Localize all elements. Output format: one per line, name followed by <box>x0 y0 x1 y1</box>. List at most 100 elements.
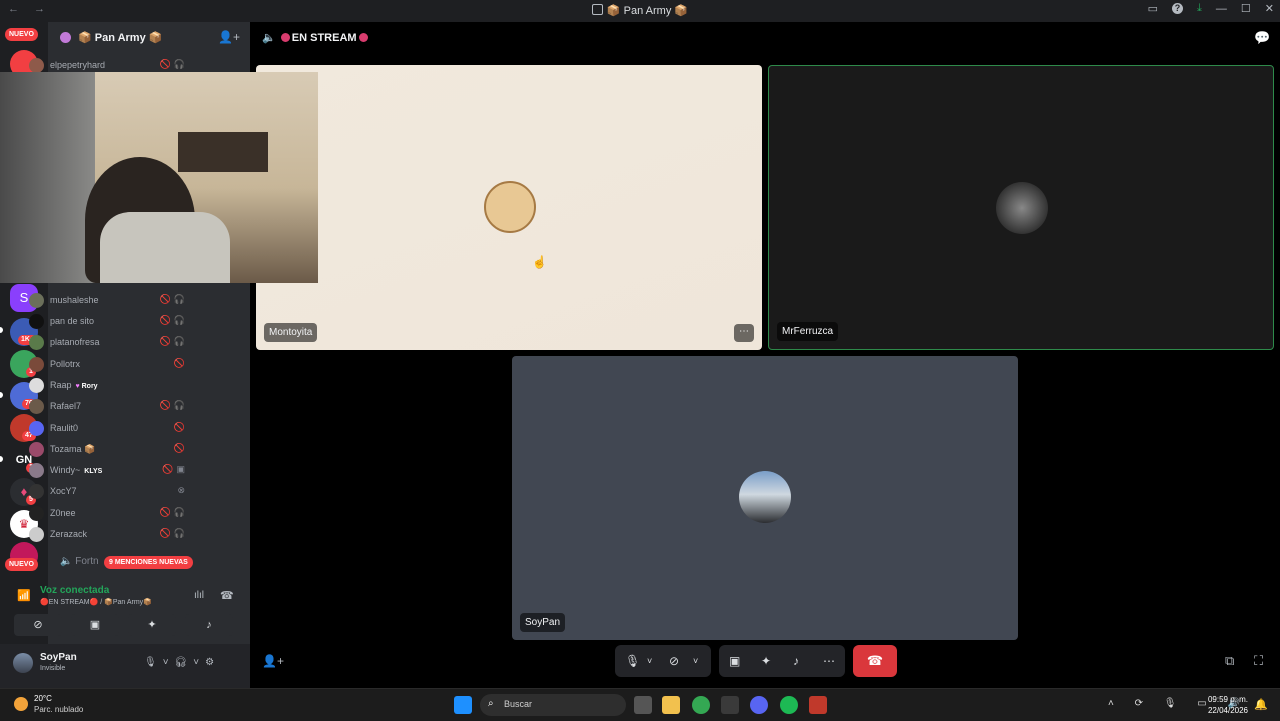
server-boost-icon <box>60 32 71 43</box>
avatar <box>739 471 791 523</box>
audio-video-group: 🎙︎ ˅ ⊘ ˅ <box>615 645 711 677</box>
member-item[interactable]: Pollotrx 🚫 <box>28 354 198 374</box>
member-name: elpepetryhard <box>50 60 106 70</box>
mic-icon[interactable]: 🎙︎ <box>625 645 640 677</box>
participant-name: MrFerruzca <box>777 322 839 341</box>
minimize-button[interactable]: — <box>1216 3 1227 15</box>
notification-icon[interactable]: 🔔 <box>1254 698 1268 711</box>
headphones-icon[interactable]: 🎧︎˅ <box>175 657 206 668</box>
clock[interactable]: 09:59 p. m. 22/04/2026 <box>1208 694 1248 716</box>
close-button[interactable]: ✕ <box>1265 2 1274 15</box>
maximize-button[interactable]: ☐ <box>1241 2 1251 15</box>
muted-deafened-icon: 🚫🎧 <box>159 507 188 517</box>
camera-off-icon[interactable]: ⊘ <box>669 645 679 677</box>
member-item[interactable]: Windy~ KLYS 🚫▣ <box>28 460 198 480</box>
download-icon[interactable]: ⤓ <box>1197 2 1202 15</box>
screen-share-icon[interactable]: ▣ <box>729 645 740 677</box>
member-item[interactable]: Rafael7 🚫🎧 <box>28 396 198 416</box>
voice-channel-partial[interactable]: 🔈 Fortn <box>60 556 99 567</box>
chevron-down-icon[interactable]: ˅ <box>693 645 698 677</box>
muted-icon: 🚫 <box>173 358 188 368</box>
avatar <box>29 378 44 393</box>
member-item[interactable]: pan de sito 🚫🎧 <box>28 311 198 331</box>
disconnect-icon[interactable]: ☎ <box>220 589 234 602</box>
speaker-icon: 🔈 <box>262 32 279 44</box>
chevron-down-icon[interactable]: ˅ <box>647 645 652 677</box>
nuevo-badge-top: NUEVO <box>5 28 38 41</box>
avatar <box>29 421 44 436</box>
red-circle-icon <box>280 33 290 42</box>
chrome-icon[interactable] <box>692 696 710 714</box>
search-box[interactable]: ⌕ Buscar <box>480 694 626 716</box>
soundboard-icon[interactable]: ♪ <box>793 645 799 677</box>
avatar <box>29 58 44 73</box>
avatar <box>29 442 44 457</box>
avatar <box>29 527 44 542</box>
activities-icon[interactable]: ✦ <box>761 645 771 677</box>
video-tile-soypan[interactable]: SoyPan <box>512 356 1018 640</box>
activities-button[interactable]: ✦ <box>128 614 176 636</box>
curtain <box>0 72 95 283</box>
help-icon[interactable]: ? <box>1172 3 1184 14</box>
member-item[interactable]: Tozama 📦 🚫 <box>28 439 198 459</box>
member-item[interactable]: Zerazack 🚫🎧 <box>28 524 198 544</box>
weather-desc: Parc. nublado <box>34 705 84 714</box>
member-name: Raulit0 <box>50 423 79 433</box>
invite-icon[interactable]: 👤+ <box>262 654 284 668</box>
person-shirt <box>100 212 230 283</box>
more-icon[interactable]: ⋯ <box>823 645 835 677</box>
muted-deafened-icon: 🚫🎧 <box>159 528 188 538</box>
speaker-icon: 🔈 <box>60 556 76 567</box>
mentions-badge[interactable]: 9 MENCIONES NUEVAS <box>104 556 193 569</box>
title-bar: ← → 📦 Pan Army 📦 ▭ ? ⤓ — ☐ ✕ <box>0 0 1280 22</box>
video-tile-montoyita[interactable]: ☝ Montoyita ⋯ <box>256 65 762 350</box>
avatar <box>29 357 44 372</box>
window-title-text: 📦 Pan Army 📦 <box>606 5 689 17</box>
avatar <box>29 314 44 329</box>
voice-location[interactable]: 🔴EN STREAM🔴 / 📦Pan Army📦 <box>40 598 152 606</box>
popout-icon[interactable]: ⧉ <box>1225 653 1234 669</box>
participant-name: Montoyita <box>264 323 318 342</box>
member-item[interactable]: platanofresa 🚫🎧 <box>28 332 198 352</box>
taskbar: 20°C Parc. nublado ⌕ Buscar ˄ ⟳ 🎙︎ ▭ 🔊 0… <box>0 688 1280 721</box>
soundboard-button[interactable]: ♪ <box>185 614 233 636</box>
inbox-icon[interactable]: ▭ <box>1148 2 1158 15</box>
discord-taskbar-icon[interactable] <box>750 696 768 714</box>
voice-status[interactable]: Voz conectada <box>40 585 109 596</box>
member-item[interactable]: Raulit0 🚫 <box>28 418 198 438</box>
unread-dot <box>0 327 3 333</box>
actions-group: ▣ ✦ ♪ ⋯ <box>719 645 845 677</box>
video-tile-mrferruzca[interactable]: MrFerruzca <box>768 65 1274 350</box>
file-explorer-icon[interactable] <box>662 696 680 714</box>
spotify-icon[interactable] <box>780 696 798 714</box>
gear-icon[interactable]: ⚙ <box>205 657 220 668</box>
avatar <box>29 484 44 499</box>
noise-suppression-icon[interactable]: ılıl <box>194 590 204 601</box>
server-header[interactable]: 📦 Pan Army 📦 👤+ <box>48 22 250 54</box>
discord-icon <box>591 4 603 15</box>
chat-icon[interactable]: 💬 <box>1254 30 1270 46</box>
member-name: Windy~ KLYS <box>50 465 103 475</box>
member-name: Pollotrx <box>50 359 81 369</box>
more-options-button[interactable]: ⋯ <box>734 324 754 342</box>
fullscreen-icon[interactable]: ⛶ <box>1254 653 1263 669</box>
terminal-icon[interactable] <box>721 696 739 714</box>
member-item[interactable]: Z0nee 🚫🎧 <box>28 503 198 523</box>
avatar <box>29 463 44 478</box>
start-icon[interactable] <box>454 696 472 714</box>
member-item[interactable]: XocY7 ⊗ <box>28 481 198 501</box>
disconnect-button[interactable]: ☎ <box>853 645 897 677</box>
member-name: platanofresa <box>50 337 100 347</box>
app-icon[interactable] <box>809 696 827 714</box>
screen-share-button[interactable]: ▣ <box>71 614 119 636</box>
add-member-icon[interactable]: 👤+ <box>218 30 240 44</box>
cursor-icon: ☝ <box>532 255 547 269</box>
avatar <box>29 506 44 521</box>
member-item[interactable]: mushaleshe 🚫🎧 <box>28 290 198 310</box>
user-avatar[interactable] <box>13 653 33 673</box>
mic-icon[interactable]: 🎙︎˅ <box>144 657 175 668</box>
member-item[interactable]: RaapRory <box>28 375 198 395</box>
user-name[interactable]: SoyPan <box>40 652 77 663</box>
camera-off-button[interactable]: ⊘ <box>14 614 62 636</box>
task-view-icon[interactable] <box>634 696 652 714</box>
